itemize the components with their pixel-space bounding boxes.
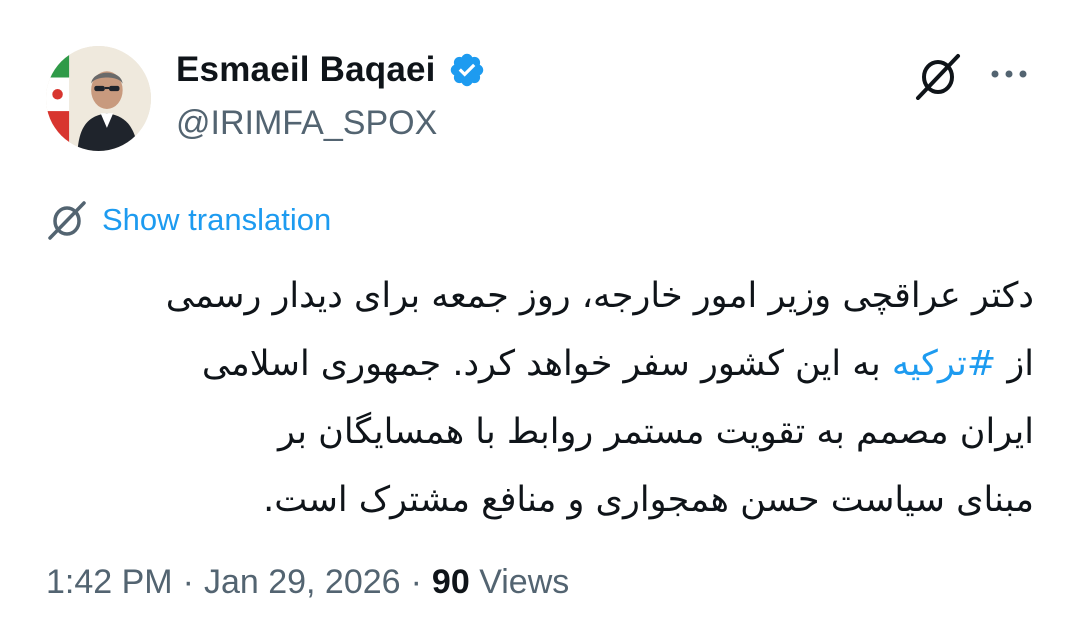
meta-separator: · [410, 563, 422, 601]
author-display-name[interactable]: Esmaeil Baqaei [176, 50, 436, 90]
tweet-line: از #ترکیه به این کشور سفر خواهد کرد. جمه… [201, 344, 1034, 384]
tweet-time[interactable]: 1:42 PM [46, 563, 173, 602]
avatar[interactable] [46, 46, 151, 151]
tweet-line: دکتر عراقچی وزیر امور خارجه، روز جمعه بر… [165, 276, 1034, 316]
author-handle[interactable]: @IRIMFA_SPOX [176, 104, 437, 143]
tweet-text: دکتر عراقچی وزیر امور خارجه، روز جمعه بر… [46, 262, 1034, 534]
tweet-line: ایران مصمم به تقویت مستمر روابط با همسای… [277, 412, 1034, 452]
tweet-line: مبنای سیاست حسن همجواری و منافع مشترک اس… [263, 480, 1034, 520]
grok-translate-icon [46, 200, 88, 240]
verified-badge-icon [448, 51, 486, 89]
views-label: Views [479, 563, 570, 601]
grok-icon[interactable] [912, 52, 964, 100]
tweet-meta: 1:42 PM · Jan 29, 2026 · 90 Views [46, 563, 569, 602]
tweet-date[interactable]: Jan 29, 2026 [204, 563, 401, 602]
meta-separator: · [182, 563, 194, 601]
translation-row: Show translation [46, 200, 331, 240]
show-translation-link[interactable]: Show translation [102, 202, 331, 238]
more-options-icon[interactable] [986, 52, 1032, 96]
hashtag-link[interactable]: #ترکیه [892, 344, 996, 384]
views-count: 90 [431, 563, 470, 601]
author-name-row: Esmaeil Baqaei [176, 50, 486, 90]
avatar-photo [46, 46, 151, 151]
